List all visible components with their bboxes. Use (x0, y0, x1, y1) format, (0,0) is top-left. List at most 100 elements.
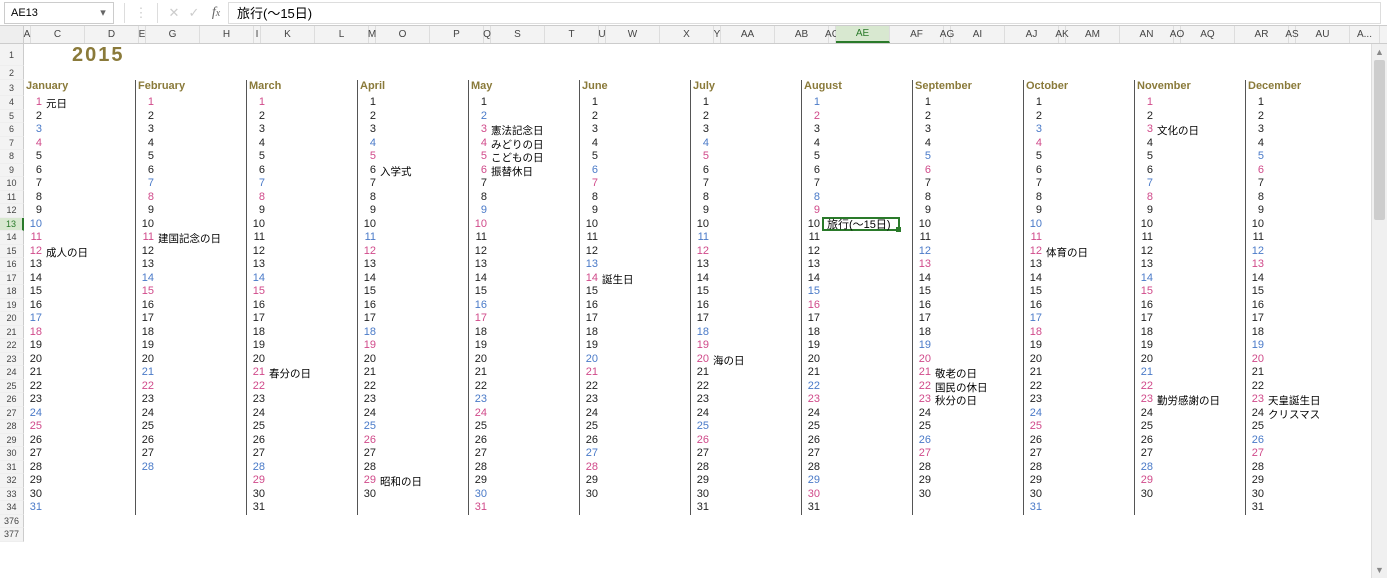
day-event[interactable] (602, 137, 690, 151)
day-event[interactable] (1268, 150, 1356, 164)
day-event[interactable] (158, 326, 246, 340)
day-event[interactable] (1046, 96, 1134, 110)
day-event[interactable] (824, 407, 912, 421)
day-event[interactable] (935, 272, 1023, 286)
day-number[interactable]: 8 (580, 191, 602, 205)
day-number[interactable]: 3 (24, 123, 46, 137)
row-header[interactable]: 11 (0, 191, 24, 205)
day-event[interactable] (1046, 447, 1134, 461)
day-event[interactable] (1268, 434, 1356, 448)
day-event[interactable] (1046, 326, 1134, 340)
day-event[interactable] (380, 96, 468, 110)
day-event[interactable] (46, 312, 135, 326)
formula-input[interactable]: 旅行(〜15日) (228, 2, 1381, 24)
day-event[interactable] (491, 299, 579, 313)
day-number[interactable]: 12 (136, 245, 158, 259)
day-number[interactable]: 17 (469, 312, 491, 326)
day-event[interactable] (713, 312, 801, 326)
day-number[interactable]: 14 (136, 272, 158, 286)
day-event[interactable] (713, 285, 801, 299)
day-event[interactable] (491, 326, 579, 340)
day-event[interactable] (935, 339, 1023, 353)
day-event[interactable] (713, 245, 801, 259)
day-event[interactable] (491, 474, 579, 488)
day-event[interactable] (935, 137, 1023, 151)
day-event[interactable] (158, 380, 246, 394)
day-number[interactable]: 19 (24, 339, 46, 353)
day-number[interactable]: 23 (247, 393, 269, 407)
day-event[interactable] (1046, 407, 1134, 421)
col-header-Y[interactable]: Y (714, 26, 721, 43)
day-number[interactable]: 20 (247, 353, 269, 367)
day-number[interactable]: 21 (1135, 366, 1157, 380)
day-number[interactable]: 30 (469, 488, 491, 502)
day-event[interactable] (824, 474, 912, 488)
day-number[interactable]: 28 (24, 461, 46, 475)
col-header-G[interactable]: G (146, 26, 200, 43)
day-event[interactable] (491, 339, 579, 353)
day-number[interactable]: 5 (136, 150, 158, 164)
day-event[interactable] (1157, 339, 1245, 353)
day-event[interactable]: こどもの日 (491, 150, 579, 164)
day-event[interactable]: 元日 (46, 96, 135, 110)
day-event[interactable] (935, 420, 1023, 434)
col-header-A[interactable]: A (24, 26, 31, 43)
day-event[interactable] (602, 407, 690, 421)
day-event[interactable] (46, 231, 135, 245)
day-number[interactable]: 16 (1135, 299, 1157, 313)
row-header[interactable]: 27 (0, 407, 24, 421)
day-event[interactable] (1046, 501, 1134, 515)
day-event[interactable] (602, 434, 690, 448)
day-number[interactable]: 21 (1246, 366, 1268, 380)
day-number[interactable]: 31 (469, 501, 491, 515)
day-event[interactable] (1268, 501, 1356, 515)
day-number[interactable]: 23 (1246, 393, 1268, 407)
day-number[interactable]: 8 (24, 191, 46, 205)
day-event[interactable] (1046, 285, 1134, 299)
day-event[interactable] (1268, 447, 1356, 461)
day-event[interactable]: 天皇誕生日 (1268, 393, 1356, 407)
day-number[interactable]: 2 (24, 110, 46, 124)
day-number[interactable]: 10 (802, 218, 824, 232)
day-event[interactable]: 国民の休日 (935, 380, 1023, 394)
day-event[interactable] (713, 461, 801, 475)
day-number[interactable]: 22 (136, 380, 158, 394)
day-event[interactable] (46, 353, 135, 367)
row-header[interactable]: 34 (0, 501, 24, 515)
day-number[interactable]: 9 (691, 204, 713, 218)
day-number[interactable]: 20 (1246, 353, 1268, 367)
day-event[interactable] (158, 447, 246, 461)
day-number[interactable]: 20 (802, 353, 824, 367)
day-number[interactable]: 2 (1246, 110, 1268, 124)
day-event[interactable] (46, 407, 135, 421)
day-event[interactable] (380, 191, 468, 205)
day-number[interactable]: 12 (580, 245, 602, 259)
day-event[interactable] (824, 110, 912, 124)
day-number[interactable]: 14 (469, 272, 491, 286)
day-event[interactable] (1268, 339, 1356, 353)
day-event[interactable] (46, 272, 135, 286)
day-event[interactable] (46, 326, 135, 340)
day-event[interactable] (1046, 299, 1134, 313)
day-number[interactable]: 23 (1135, 393, 1157, 407)
day-event[interactable] (935, 285, 1023, 299)
row-header[interactable]: 25 (0, 380, 24, 394)
day-event[interactable] (713, 110, 801, 124)
day-event[interactable] (1268, 123, 1356, 137)
day-number[interactable]: 11 (1024, 231, 1046, 245)
day-event[interactable] (1157, 164, 1245, 178)
day-number[interactable]: 27 (580, 447, 602, 461)
day-event[interactable] (46, 258, 135, 272)
day-number[interactable]: 16 (358, 299, 380, 313)
day-number[interactable]: 20 (1135, 353, 1157, 367)
day-event[interactable] (158, 299, 246, 313)
row-header[interactable]: 31 (0, 461, 24, 475)
day-number[interactable]: 21 (358, 366, 380, 380)
day-number[interactable]: 21 (913, 366, 935, 380)
day-event[interactable] (713, 231, 801, 245)
row-header[interactable]: 10 (0, 177, 24, 191)
day-number[interactable]: 9 (1246, 204, 1268, 218)
day-number[interactable]: 16 (1024, 299, 1046, 313)
day-number[interactable]: 10 (1024, 218, 1046, 232)
day-event[interactable] (713, 420, 801, 434)
